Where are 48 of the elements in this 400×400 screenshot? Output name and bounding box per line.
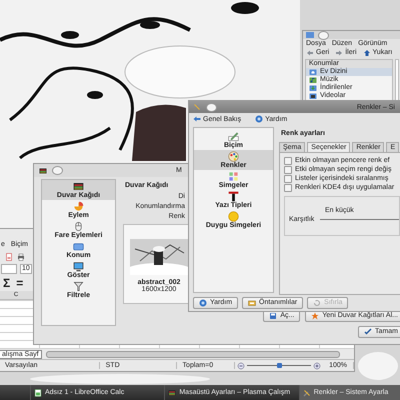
window-icon	[73, 241, 84, 252]
up-arrow-icon	[362, 49, 371, 57]
monitor-icon	[73, 261, 84, 272]
document-icon[interactable]	[5, 253, 13, 261]
left-arrow-icon	[306, 49, 314, 57]
checkmark-icon	[364, 328, 372, 336]
formula-button[interactable]: Σ	[3, 276, 10, 290]
leaf-drawing	[231, 2, 259, 14]
image-icon	[39, 166, 47, 174]
help-icon	[199, 299, 207, 307]
left-arrow-icon	[193, 115, 201, 123]
tools-icon	[193, 103, 201, 111]
window-menu-button[interactable]	[206, 102, 217, 112]
formula-button[interactable]: =	[16, 276, 24, 290]
palette-icon	[228, 151, 239, 162]
horizontal-scrollbar[interactable]	[46, 350, 340, 358]
zoom-out-icon[interactable]	[237, 362, 246, 370]
reset-icon	[313, 299, 322, 307]
image-icon	[168, 388, 176, 396]
tools-icon	[302, 388, 311, 396]
spreadsheet-icon	[34, 388, 42, 396]
coat-drawing	[132, 104, 186, 161]
checkbox[interactable]	[284, 184, 292, 192]
download-icon	[309, 84, 317, 92]
music-note-icon	[309, 76, 317, 84]
pen-icon	[228, 131, 239, 142]
image-icon	[73, 181, 84, 192]
printer-icon[interactable]	[17, 253, 25, 261]
checkbox[interactable]	[284, 166, 292, 174]
help-icon	[255, 115, 264, 123]
film-icon	[309, 92, 317, 100]
grid-icon	[228, 171, 239, 182]
pie-chart-icon	[73, 201, 84, 212]
folder-icon	[309, 68, 317, 76]
defaults-icon	[248, 299, 256, 307]
zoom-in-icon[interactable]	[313, 362, 322, 370]
emoticon-icon	[228, 211, 239, 222]
mouse-icon	[73, 221, 84, 232]
checkbox[interactable]	[284, 156, 292, 164]
cloud-drawing	[358, 352, 398, 380]
window-menu-button[interactable]	[52, 166, 63, 175]
slider-thumb[interactable]	[277, 363, 282, 368]
right-arrow-icon	[335, 49, 344, 57]
font-icon	[228, 191, 239, 202]
star-icon	[311, 312, 320, 320]
folder-icon	[306, 32, 314, 38]
checkbox[interactable]	[284, 174, 292, 182]
window-menu-button[interactable]	[318, 31, 329, 40]
